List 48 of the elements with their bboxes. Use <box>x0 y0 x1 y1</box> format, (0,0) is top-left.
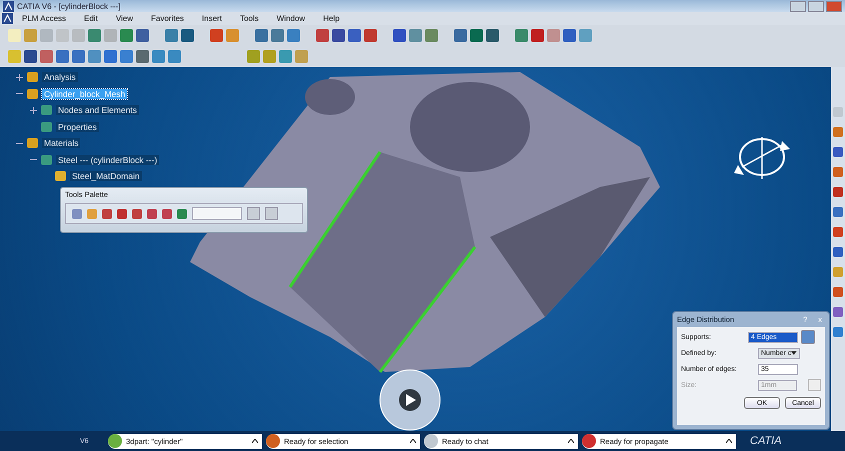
tree-item[interactable]: Analysis <box>42 72 78 82</box>
tree-node-icon <box>41 105 52 116</box>
palette-button[interactable] <box>265 207 278 220</box>
window-title: CATIA V6 - [cylinderBlock ---] <box>17 2 120 10</box>
status-icon <box>108 434 122 448</box>
caret-icon[interactable] <box>410 439 416 443</box>
expand-icon[interactable] <box>30 106 37 114</box>
menu-item[interactable]: Help <box>314 14 349 23</box>
caret-icon[interactable] <box>252 439 258 443</box>
caret-icon[interactable] <box>726 439 732 443</box>
tree-node-icon <box>27 88 38 99</box>
tree-node-icon <box>41 122 52 132</box>
tree-node-icon <box>27 138 38 148</box>
maximize-button[interactable] <box>808 0 824 12</box>
close-button[interactable] <box>826 0 842 12</box>
tree-item[interactable]: Nodes and Elements <box>56 105 139 116</box>
tree-node-icon <box>27 72 38 82</box>
minimize-button[interactable] <box>790 0 806 12</box>
tree-node-icon <box>55 171 66 182</box>
app-logo-icon <box>2 13 13 24</box>
caret-icon[interactable] <box>568 439 574 443</box>
caret-icon[interactable] <box>791 351 797 355</box>
tree-item[interactable]: Properties <box>56 122 99 132</box>
tree-item[interactable]: Steel_MatDomain <box>70 171 142 182</box>
brand-logo: CATIA <box>750 435 782 447</box>
cube-icon[interactable] <box>801 330 815 344</box>
navigation-wheel-drawing[interactable] <box>380 370 440 430</box>
menu-item[interactable]: Window <box>268 14 314 23</box>
menu-item[interactable]: Insert <box>192 14 231 23</box>
compass-drawing[interactable] <box>734 136 790 180</box>
palette-button[interactable] <box>247 207 260 220</box>
tree-item[interactable]: Steel --- (cylinderBlock ---) <box>56 154 160 165</box>
3d-viewport[interactable] <box>0 67 845 431</box>
menu-item[interactable]: PLM Access <box>13 14 76 23</box>
menu-item[interactable]: Favorites <box>142 14 193 23</box>
expand-icon[interactable] <box>16 74 23 81</box>
status-icon <box>266 434 280 448</box>
input-field[interactable] <box>192 207 242 220</box>
tree-item[interactable]: Materials <box>42 138 80 148</box>
app-logo-icon <box>3 0 14 12</box>
engine-block-drawing[interactable] <box>190 72 660 373</box>
menu-item[interactable]: Tools <box>230 14 268 23</box>
status-icon <box>582 434 596 448</box>
menu-item[interactable]: View <box>106 14 142 23</box>
menu-item[interactable]: Edit <box>75 14 107 23</box>
tree-node-icon <box>41 154 52 165</box>
browse-button[interactable] <box>808 379 821 391</box>
status-icon <box>424 434 438 448</box>
